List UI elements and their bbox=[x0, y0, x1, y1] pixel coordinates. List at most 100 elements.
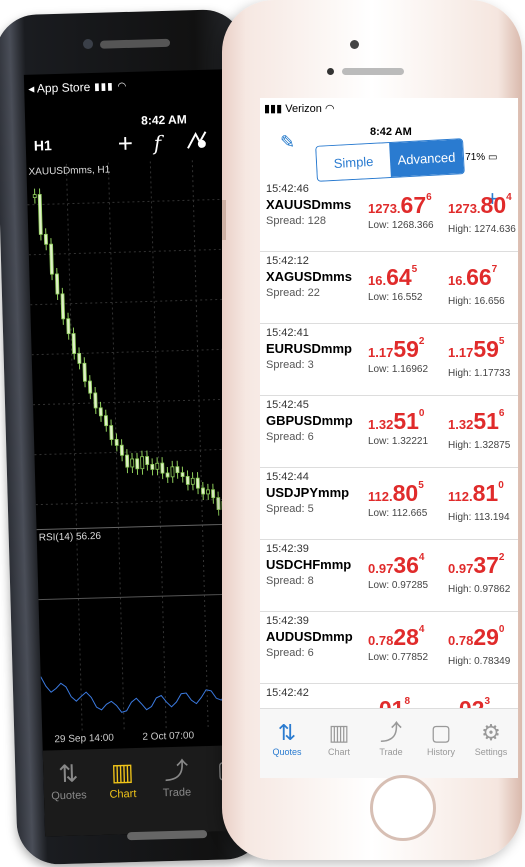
quote-time: 15:42:41 bbox=[266, 327, 309, 339]
quote-symbol: AUDUSDmmp bbox=[266, 629, 353, 644]
quote-high: High: 1.32875 bbox=[448, 440, 511, 451]
price-pips: 51 bbox=[473, 408, 499, 434]
price-point: 3 bbox=[484, 696, 490, 707]
nav-label: Chart bbox=[109, 787, 137, 801]
quote-time: 15:42:42 bbox=[266, 687, 309, 699]
bid-price[interactable]: 1.17592 bbox=[368, 336, 424, 363]
ask-price[interactable]: 0.78290 bbox=[448, 624, 504, 651]
price-point: 6 bbox=[426, 192, 432, 203]
price-pips: 80 bbox=[392, 480, 419, 506]
function-icon[interactable]: f bbox=[153, 131, 161, 155]
price-prefix: 16. bbox=[448, 273, 467, 288]
price-prefix: 1273. bbox=[448, 201, 481, 216]
bid-price[interactable]: 16.645 bbox=[368, 264, 417, 291]
objects-icon[interactable] bbox=[185, 128, 208, 151]
home-button[interactable] bbox=[370, 775, 436, 841]
front-phone: ▮▮▮ Verizon ◠ 8:42 AM ✱ 71% ▭ ✎ Simple A… bbox=[222, 0, 522, 860]
tab-label: Chart bbox=[327, 747, 350, 757]
settings-icon: ⚙ bbox=[481, 720, 501, 745]
tab-quotes[interactable]: ⇅ Quotes bbox=[262, 719, 312, 757]
ask-price[interactable]: 112.810 bbox=[448, 480, 504, 507]
quote-time: 15:42:39 bbox=[266, 543, 309, 555]
price-point: 4 bbox=[418, 624, 425, 635]
bid-price[interactable]: 1273.676 bbox=[368, 192, 432, 219]
quote-row[interactable]: 15:42:39 AUDUSDmmp Spread: 6 0.78284 Low: 0.… bbox=[260, 612, 518, 684]
price-point: 2 bbox=[498, 552, 505, 563]
price-prefix: 0.78 bbox=[368, 633, 394, 648]
price-pips: 81 bbox=[472, 480, 499, 506]
ask-price[interactable]: 1273.804 bbox=[448, 192, 512, 219]
tab-trade[interactable]: ⤴ Trade bbox=[366, 719, 416, 757]
price-chart[interactable] bbox=[26, 159, 248, 745]
tab-bar: ⇅ Quotes ▥ Chart ⤴ Trade ▢ History ⚙ Set… bbox=[260, 708, 518, 778]
crosshair-icon[interactable]: + bbox=[117, 128, 133, 159]
quote-low: Low: 1268.366 bbox=[368, 220, 434, 231]
ask-price[interactable]: 0.97372 bbox=[448, 552, 504, 579]
price-prefix: 1.32 bbox=[368, 417, 394, 432]
ask-price[interactable]: 16.667 bbox=[448, 264, 497, 291]
camera bbox=[82, 38, 94, 50]
price-point: 7 bbox=[491, 264, 498, 275]
signal-icon: ▮▮▮ ◠ bbox=[94, 80, 128, 93]
quote-row[interactable]: 15:42:12 XAGUSDmms Spread: 22 16.645 Low: 16… bbox=[260, 252, 518, 324]
price-point: 8 bbox=[404, 696, 410, 707]
bottom-speaker bbox=[127, 830, 208, 841]
back-screen: ◂ App Store ▮▮▮ ◠ 8:42 AM H1 + f XAUUSDm… bbox=[23, 69, 252, 837]
nav-chart[interactable]: ▥ Chart bbox=[97, 758, 148, 801]
back-nav-bar: ⇅ Quotes ▥ Chart ⤴ Trade ▢ Hi bbox=[42, 744, 252, 837]
segment-advanced[interactable]: Advanced bbox=[389, 139, 464, 177]
quote-time: 15:42:46 bbox=[266, 183, 309, 195]
quote-spread: Spread: 8 bbox=[266, 575, 314, 587]
quote-symbol: USDJPYmmp bbox=[266, 485, 350, 500]
edit-icon[interactable]: ✎ bbox=[280, 132, 295, 153]
quote-high: High: 1274.636 bbox=[448, 224, 516, 235]
segment-simple[interactable]: Simple bbox=[316, 143, 391, 181]
tab-chart[interactable]: ▥ Chart bbox=[314, 719, 364, 757]
price-pips: 29 bbox=[473, 624, 499, 650]
price-prefix: 112. bbox=[368, 489, 393, 504]
quote-symbol: XAUUSDmms bbox=[266, 197, 352, 212]
quote-row[interactable]: 15:42:41 EURUSDmmp Spread: 3 1.17592 Low: 1.… bbox=[260, 324, 518, 396]
ask-price[interactable]: 1.32516 bbox=[448, 408, 504, 435]
date-label: 29 Sep 14:00 bbox=[54, 732, 115, 746]
nav-trade[interactable]: ⤴ Trade bbox=[151, 756, 202, 800]
price-point: 0 bbox=[418, 408, 425, 419]
bid-price[interactable]: 0.78284 bbox=[368, 624, 424, 651]
tab-settings[interactable]: ⚙ Settings bbox=[466, 719, 516, 757]
status-bar: ▮▮▮ Verizon ◠ 8:42 AM ✱ 71% ▭ bbox=[260, 98, 518, 163]
bid-price[interactable]: 112.805 bbox=[368, 480, 424, 507]
quote-spread: Spread: 5 bbox=[266, 503, 314, 515]
ask-price[interactable]: 1.17595 bbox=[448, 336, 504, 363]
price-prefix: 112. bbox=[448, 489, 473, 504]
price-point: 2 bbox=[418, 336, 425, 347]
price-pips: 67 bbox=[400, 192, 427, 218]
tab-label: Quotes bbox=[272, 747, 302, 757]
quote-high: High: 0.78349 bbox=[448, 656, 511, 667]
price-pips: 28 bbox=[393, 624, 419, 650]
nav-label: Quotes bbox=[51, 789, 87, 803]
quote-spread: Spread: 3 bbox=[266, 359, 314, 371]
price-point: 5 bbox=[411, 264, 418, 275]
nav-quotes[interactable]: ⇅ Quotes bbox=[43, 759, 94, 803]
tab-history[interactable]: ▢ History bbox=[416, 719, 466, 757]
quote-row[interactable]: 15:42:45 GBPUSDmmp Spread: 6 1.32510 Low: 1.… bbox=[260, 396, 518, 468]
bid-price[interactable]: 1.32510 bbox=[368, 408, 424, 435]
price-prefix: 0.97 bbox=[368, 561, 394, 576]
quote-row[interactable]: 15:42:46 XAUUSDmms Spread: 128 1273.676 Low:… bbox=[260, 180, 518, 252]
price-prefix: 0.97 bbox=[448, 561, 474, 576]
quote-spread: Spread: 22 bbox=[266, 287, 320, 299]
price-point: 6 bbox=[498, 408, 505, 419]
scene: ◂ App Store ▮▮▮ ◠ 8:42 AM H1 + f XAUUSDm… bbox=[0, 0, 525, 867]
quote-row[interactable]: 15:42:44 USDJPYmmp Spread: 5 112.805 Low: 11… bbox=[260, 468, 518, 540]
price-pips: 37 bbox=[473, 552, 499, 578]
quote-time: 15:42:12 bbox=[266, 255, 309, 267]
price-prefix: 1.17 bbox=[368, 345, 394, 360]
rsi-label: RSI(14) 56.26 bbox=[38, 530, 102, 544]
back-to-app-store[interactable]: ◂ App Store bbox=[28, 80, 90, 96]
quote-row[interactable]: 15:42:39 USDCHFmmp Spread: 8 0.97364 Low: 0.… bbox=[260, 540, 518, 612]
timeframe-button[interactable]: H1 bbox=[34, 137, 52, 153]
quote-time: 15:42:39 bbox=[266, 615, 309, 627]
bid-price[interactable]: 0.97364 bbox=[368, 552, 424, 579]
price-point: 5 bbox=[498, 336, 505, 347]
quote-low: Low: 16.552 bbox=[368, 292, 423, 303]
